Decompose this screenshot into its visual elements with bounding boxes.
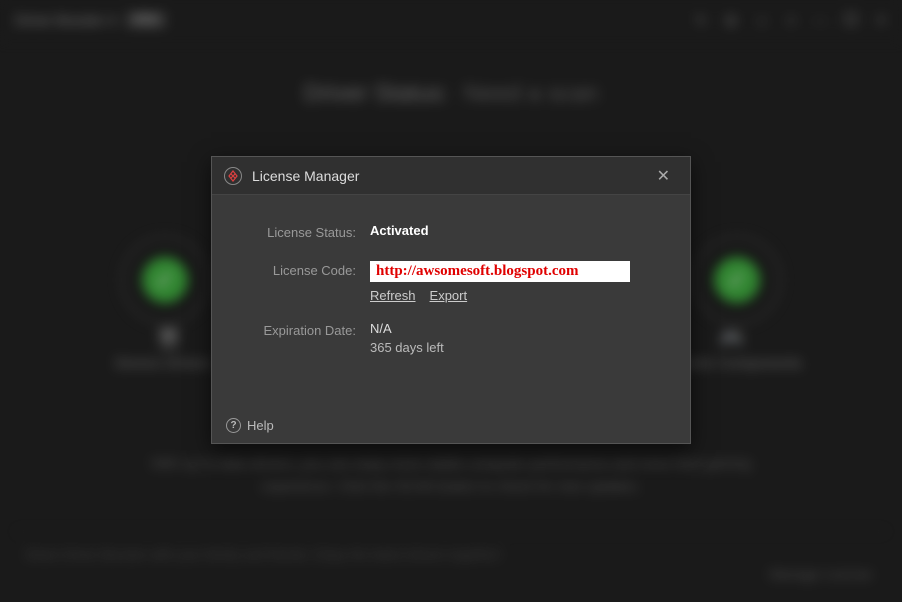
edition-badge: PRO bbox=[126, 12, 166, 28]
footer-text-2: experience. Click the SCAN button to che… bbox=[101, 478, 801, 494]
app-logo-icon bbox=[224, 167, 242, 185]
dialog-header: License Manager ✕ bbox=[212, 157, 690, 195]
manage-license-link: Manage License bbox=[769, 566, 872, 582]
license-status-value: Activated bbox=[370, 223, 660, 238]
status-label: Driver Status: bbox=[304, 80, 449, 107]
dialog-body: License Status: Activated License Code: … bbox=[212, 195, 690, 408]
monitor-icon: 🖥 bbox=[156, 326, 181, 351]
maximize-icon bbox=[845, 12, 857, 29]
app-title: Driver Booster 4 bbox=[15, 12, 116, 28]
license-code-row: License Code: http://awsomesoft.blogspot… bbox=[242, 261, 660, 303]
window-controls: ↻ ⊞ ☺ ≡ — ✕ bbox=[695, 12, 887, 29]
license-code-label: License Code: bbox=[242, 261, 370, 281]
divider bbox=[15, 531, 887, 532]
feedback-icon: ☺ bbox=[755, 12, 769, 29]
dialog-footer: ? Help bbox=[212, 408, 690, 443]
menu-icon: ≡ bbox=[787, 12, 795, 29]
dialog-title: License Manager bbox=[252, 168, 639, 184]
minimize-icon: — bbox=[813, 12, 827, 29]
footer-text-1: With up-to-date drivers, you can enjoy m… bbox=[101, 455, 801, 471]
license-code-value: http://awsomesoft.blogspot.com bbox=[370, 261, 630, 282]
action-icon: ⊞ bbox=[725, 12, 737, 29]
status-value: Need a scan bbox=[464, 80, 599, 107]
expiration-label: Expiration Date: bbox=[242, 321, 370, 341]
gamepad-icon: 🎮 bbox=[719, 326, 744, 351]
refresh-link[interactable]: Refresh bbox=[370, 288, 416, 303]
driver-status: Driver Status: Need a scan bbox=[304, 80, 599, 108]
app-title-area: Driver Booster 4 PRO bbox=[15, 12, 166, 28]
game-components-label: Game Components bbox=[672, 355, 802, 372]
share-text: Share Driver Booster with your family an… bbox=[25, 547, 501, 562]
game-components-circle: ✓ bbox=[692, 235, 782, 325]
license-code-area: http://awsomesoft.blogspot.com Refresh E… bbox=[370, 261, 660, 303]
checkmark-icon: ✓ bbox=[142, 257, 188, 303]
days-left: 365 days left bbox=[370, 340, 660, 355]
close-icon: ✕ bbox=[875, 12, 887, 29]
expiration-value-area: N/A 365 days left bbox=[370, 321, 660, 355]
app-topbar: Driver Booster 4 PRO ↻ ⊞ ☺ ≡ — ✕ bbox=[0, 0, 902, 40]
license-status-label: License Status: bbox=[242, 223, 370, 243]
license-actions: Refresh Export bbox=[370, 288, 660, 303]
device-drivers-circle: ✓ bbox=[120, 235, 210, 325]
license-status-row: License Status: Activated bbox=[242, 223, 660, 243]
help-link[interactable]: Help bbox=[247, 418, 274, 433]
expiration-value: N/A bbox=[370, 321, 660, 336]
rescan-icon: ↻ bbox=[695, 12, 707, 29]
expiration-row: Expiration Date: N/A 365 days left bbox=[242, 321, 660, 355]
checkmark-icon: ✓ bbox=[714, 257, 760, 303]
close-button[interactable]: ✕ bbox=[649, 162, 678, 190]
export-link[interactable]: Export bbox=[430, 288, 468, 303]
help-icon[interactable]: ? bbox=[226, 418, 241, 433]
device-drivers-label: Device Drivers bbox=[115, 355, 213, 372]
license-manager-dialog: License Manager ✕ License Status: Activa… bbox=[211, 156, 691, 444]
